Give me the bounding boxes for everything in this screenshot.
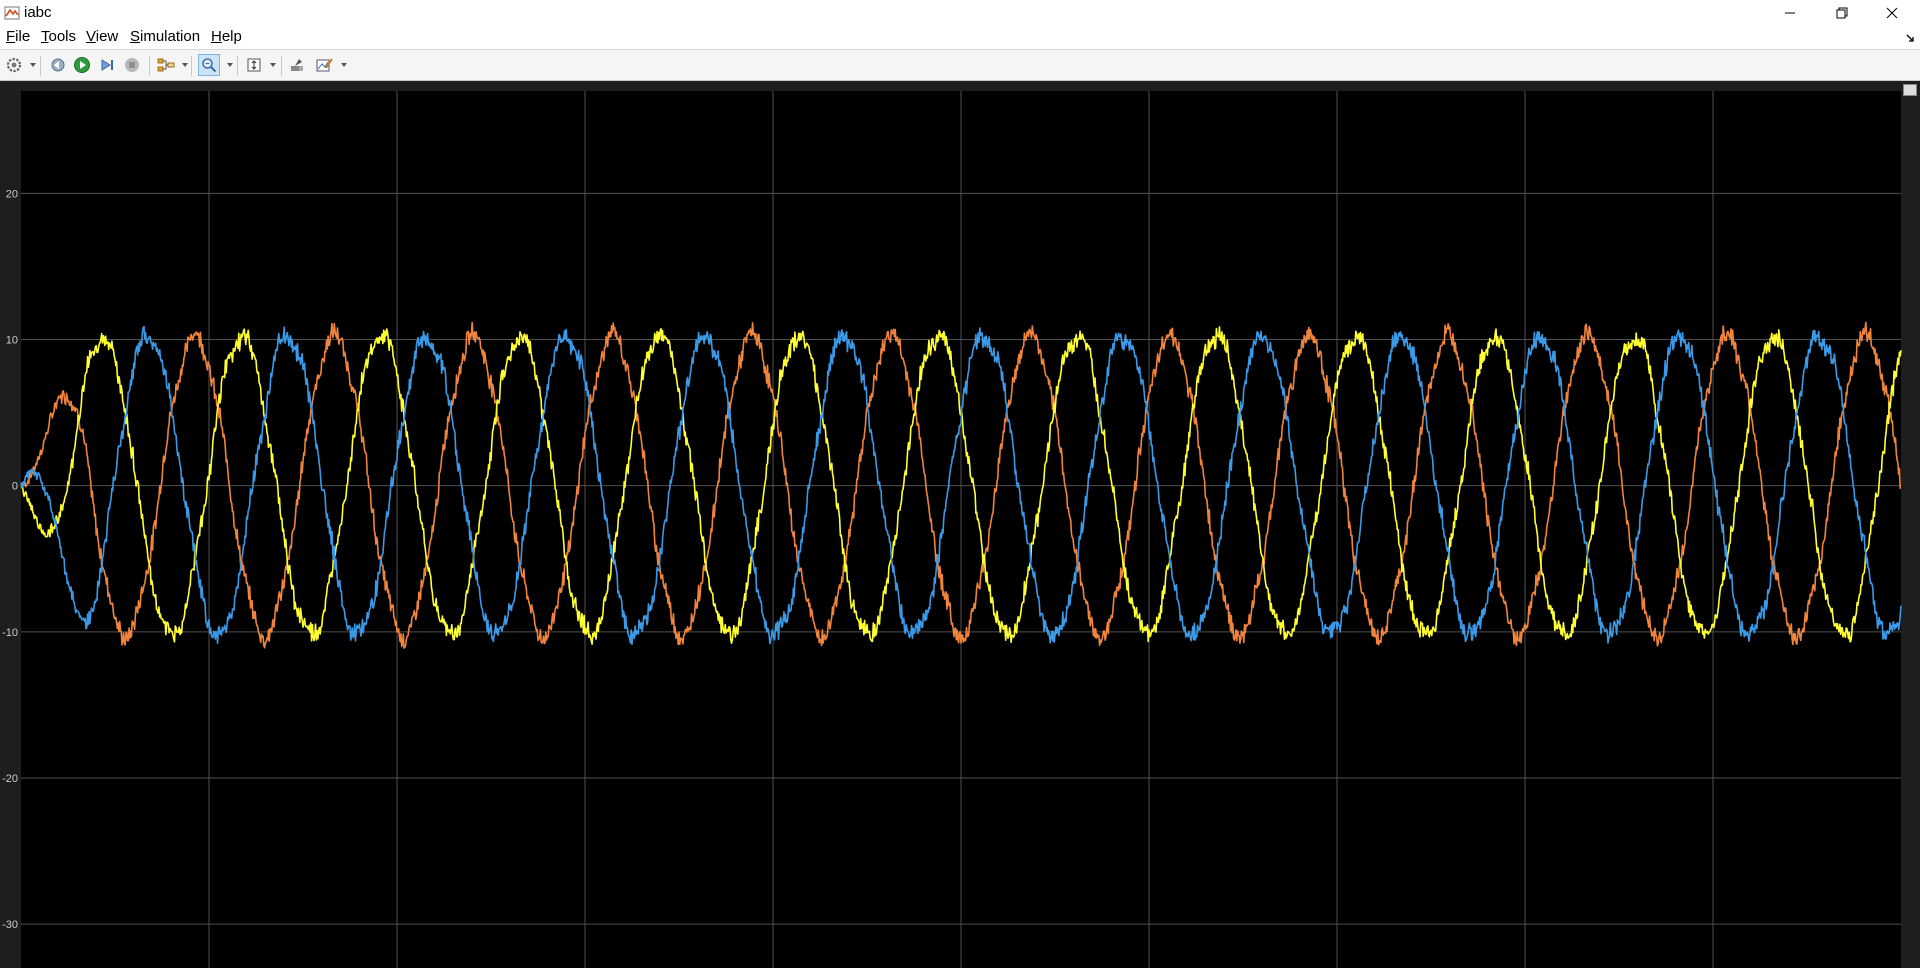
toolbar-separator <box>191 56 192 76</box>
y-tick-label: -10 <box>2 627 18 639</box>
measurements-icon <box>316 58 333 72</box>
y-tick-label: -20 <box>2 773 18 785</box>
matlab-scope-icon <box>4 6 20 20</box>
stop-icon <box>125 58 139 72</box>
menu-simulation[interactable]: Simulation <box>130 28 200 45</box>
restore-icon <box>1836 7 1848 19</box>
zoom-dropdown[interactable] <box>227 63 233 67</box>
minimize-icon <box>1785 12 1795 14</box>
restore-button[interactable] <box>1816 0 1868 26</box>
close-button[interactable] <box>1866 0 1918 26</box>
undock-icon[interactable] <box>1906 34 1915 43</box>
scope-plot[interactable]: 20 10 0 -10 -20 -30 <box>0 81 1920 968</box>
y-tick-label: -30 <box>2 919 18 931</box>
y-tick-label: 0 <box>12 481 18 493</box>
toolbar-separator <box>281 56 282 76</box>
expand-toggle-button[interactable] <box>1903 84 1917 96</box>
highlight-block-icon <box>157 58 175 72</box>
close-icon <box>1886 7 1898 19</box>
measurements-button[interactable] <box>315 55 335 75</box>
settings-icon <box>6 57 22 73</box>
y-tick-label: 10 <box>6 334 18 346</box>
run-button[interactable] <box>72 55 92 75</box>
scope-toolbar <box>0 49 1920 81</box>
step-forward-button[interactable] <box>97 55 117 75</box>
toolbar-separator <box>40 56 41 76</box>
menu-tools[interactable]: Tools <box>41 28 76 45</box>
zoom-button[interactable] <box>198 54 220 76</box>
stop-button[interactable] <box>122 55 142 75</box>
y-tick-labels: 20 10 0 -10 -20 -30 <box>2 188 18 931</box>
run-icon <box>74 57 90 73</box>
toolbar-separator <box>237 56 238 76</box>
highlight-dropdown[interactable] <box>182 63 188 67</box>
highlight-block-button[interactable] <box>156 55 176 75</box>
restore-view-button[interactable] <box>287 55 307 75</box>
scale-axes-button[interactable] <box>244 55 264 75</box>
title-bar: iabc <box>0 0 1920 26</box>
scale-axes-icon <box>247 58 261 72</box>
menu-view[interactable]: View <box>86 28 118 45</box>
y-tick-label: 20 <box>6 188 18 200</box>
step-forward-icon <box>101 59 113 71</box>
settings-dropdown[interactable] <box>30 63 36 67</box>
settings-button[interactable] <box>4 55 24 75</box>
scale-axes-dropdown[interactable] <box>270 63 276 67</box>
restore-view-icon <box>291 59 303 71</box>
menu-help[interactable]: Help <box>211 28 242 45</box>
toolbar-separator <box>149 56 150 76</box>
menu-bar: File Tools View Simulation Help <box>0 26 1920 49</box>
menu-file[interactable]: File <box>6 28 30 45</box>
window-title: iabc <box>24 4 52 21</box>
zoom-icon <box>202 58 217 73</box>
measurements-dropdown[interactable] <box>341 63 347 67</box>
step-back-button[interactable] <box>47 55 67 75</box>
minimize-button[interactable] <box>1764 0 1816 26</box>
step-back-icon <box>51 58 65 72</box>
scope-display[interactable]: 20 10 0 -10 -20 -30 <box>0 81 1920 968</box>
